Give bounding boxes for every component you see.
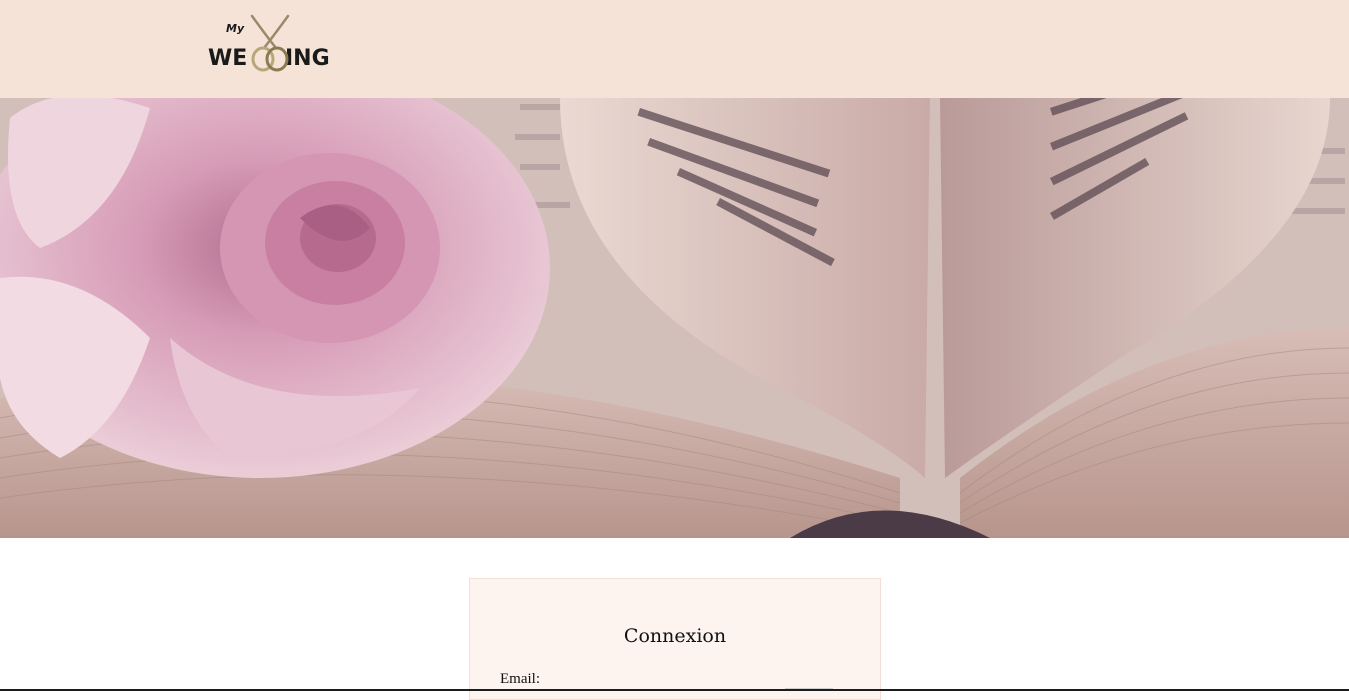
logo-left-text: WE (208, 46, 248, 71)
logo-small-text: My (226, 22, 245, 35)
hero-banner-image (0, 98, 1349, 538)
site-logo[interactable]: My WE ING (208, 12, 336, 74)
site-header: My WE ING (0, 0, 1349, 98)
wedding-rings-icon (250, 14, 290, 72)
email-label: Email: (500, 671, 540, 687)
login-title: Connexion (623, 625, 727, 647)
login-panel: Connexion Email: (469, 578, 881, 700)
rose-on-open-book-illustration (0, 98, 1349, 538)
